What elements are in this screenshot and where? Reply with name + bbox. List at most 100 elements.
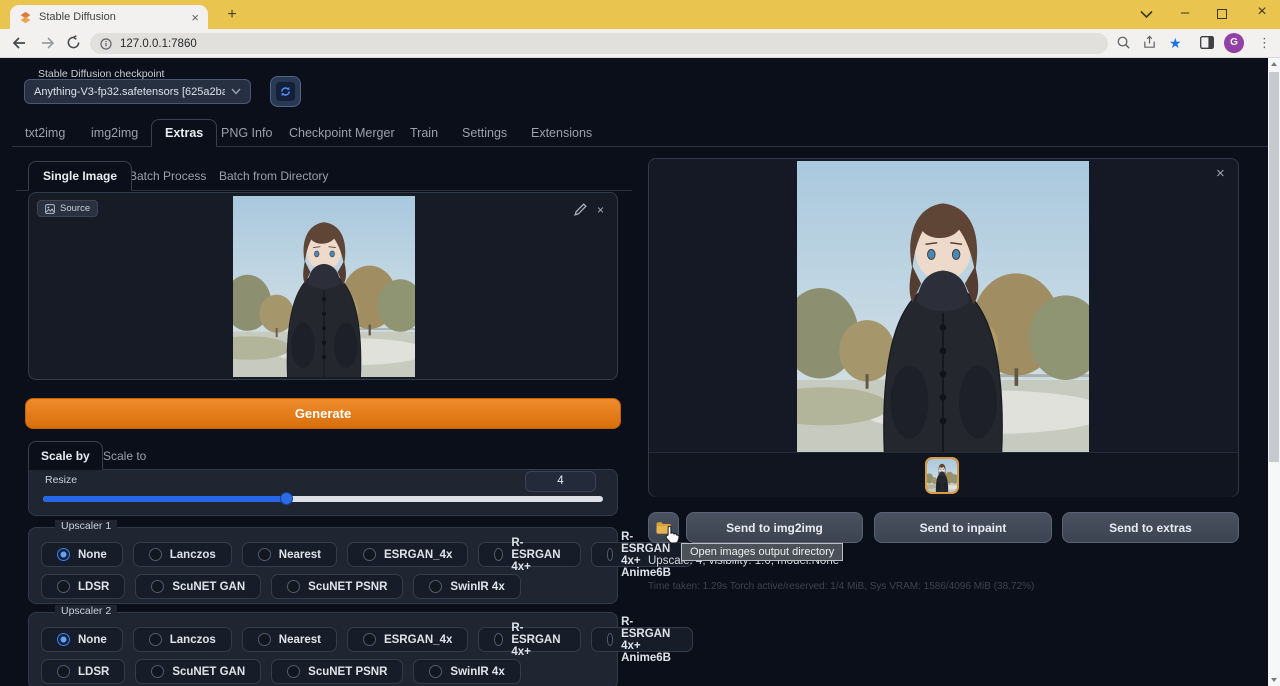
window-minimize-button[interactable]: – xyxy=(1175,4,1195,21)
upscaler-1-group: Upscaler 1 None Lanczos Nearest ESRGAN_4… xyxy=(28,527,618,604)
resize-slider-handle[interactable] xyxy=(280,492,293,505)
tab-favicon-icon xyxy=(19,11,32,24)
tab-settings[interactable]: Settings xyxy=(462,126,507,140)
radio-icon xyxy=(287,665,300,678)
scrollbar-thumb[interactable] xyxy=(1269,72,1279,462)
radio-upscaler1-scunet-psnr[interactable]: ScuNET PSNR xyxy=(271,574,403,599)
tab-img2img[interactable]: img2img xyxy=(91,126,138,140)
radio-upscaler2-esrgan4x[interactable]: ESRGAN_4x xyxy=(347,627,468,652)
scrollbar-down-arrow-icon[interactable] xyxy=(1271,678,1277,682)
radio-upscaler1-esrgan4x[interactable]: ESRGAN_4x xyxy=(347,542,468,567)
tab-txt2img[interactable]: txt2img xyxy=(25,126,65,140)
side-panel-icon[interactable] xyxy=(1200,36,1214,49)
radio-upscaler1-lanczos[interactable]: Lanczos xyxy=(133,542,232,567)
image-icon xyxy=(45,204,55,214)
radio-upscaler2-nearest[interactable]: Nearest xyxy=(242,627,337,652)
tab-batch-from-directory[interactable]: Batch from Directory xyxy=(219,169,328,183)
gallery-thumbnail-strip xyxy=(649,452,1238,497)
source-image xyxy=(233,196,415,377)
radio-upscaler1-nearest[interactable]: Nearest xyxy=(242,542,337,567)
bookmark-star-icon[interactable]: ★ xyxy=(1169,35,1182,52)
browser-avatar[interactable]: G xyxy=(1224,33,1244,53)
upscaler-2-label: Upscaler 2 xyxy=(55,605,117,617)
result-gallery: × xyxy=(648,158,1239,497)
back-button[interactable] xyxy=(12,36,27,50)
forward-button[interactable] xyxy=(40,36,55,50)
source-image-dropzone[interactable]: Source × xyxy=(28,192,618,380)
site-info-icon[interactable] xyxy=(100,38,112,50)
resize-number-input[interactable]: 4 xyxy=(525,471,596,492)
radio-upscaler2-scunet-psnr[interactable]: ScuNET PSNR xyxy=(271,659,403,684)
send-to-inpaint-button[interactable]: Send to inpaint xyxy=(874,512,1052,543)
tab-extensions[interactable]: Extensions xyxy=(531,126,592,140)
radio-upscaler2-resrgan4x[interactable]: R-ESRGAN 4x+ xyxy=(478,627,580,652)
tab-single-image[interactable]: Single Image xyxy=(28,161,132,191)
mouse-cursor xyxy=(664,525,681,545)
refresh-icon xyxy=(276,82,295,101)
radio-upscaler2-scunet-gan[interactable]: ScuNET GAN xyxy=(135,659,261,684)
reload-button[interactable] xyxy=(66,35,81,50)
radio-upscaler1-ldsr[interactable]: LDSR xyxy=(41,574,125,599)
resize-slider[interactable] xyxy=(43,496,603,502)
gradio-page: Stable Diffusion checkpoint Anything-V3-… xyxy=(0,58,1280,686)
radio-icon xyxy=(258,548,271,561)
source-badge: Source xyxy=(37,200,98,217)
source-badge-label: Source xyxy=(60,203,90,214)
tab-png-info[interactable]: PNG Info xyxy=(221,126,272,140)
radio-icon xyxy=(149,633,162,646)
radio-upscaler1-none[interactable]: None xyxy=(41,542,123,567)
radio-upscaler2-resrgan-anime6b[interactable]: R-ESRGAN 4x+ Anime6B xyxy=(591,627,694,652)
tab-title: Stable Diffusion xyxy=(39,11,184,23)
tab-scale-to[interactable]: Scale to xyxy=(103,449,146,463)
performance-stats-text: Time taken: 1.29s Torch active/reserved:… xyxy=(648,581,1034,592)
result-image[interactable] xyxy=(797,161,1089,453)
radio-icon xyxy=(429,580,442,593)
radio-upscaler2-none[interactable]: None xyxy=(41,627,123,652)
radio-icon xyxy=(363,548,376,561)
zoom-icon[interactable] xyxy=(1116,35,1131,50)
window-maximize-button[interactable] xyxy=(1217,9,1227,19)
tab-train[interactable]: Train xyxy=(410,126,438,140)
radio-icon xyxy=(363,633,376,646)
resize-label: Resize xyxy=(45,474,77,486)
refresh-checkpoint-button[interactable] xyxy=(270,76,301,107)
tab-extras[interactable]: Extras xyxy=(151,119,217,147)
address-bar[interactable]: 127.0.0.1:7860 xyxy=(90,33,1108,54)
gallery-close-icon[interactable]: × xyxy=(1216,165,1225,182)
share-icon[interactable] xyxy=(1142,35,1157,50)
folder-button-tooltip: Open images output directory xyxy=(681,543,843,561)
gallery-thumbnail[interactable] xyxy=(925,457,959,494)
tab-close-icon[interactable]: × xyxy=(191,10,199,25)
tab-scale-by[interactable]: Scale by xyxy=(28,441,103,470)
edit-image-icon[interactable] xyxy=(573,202,588,217)
radio-upscaler2-swinir4x[interactable]: SwinIR 4x xyxy=(413,659,520,684)
window-menu-chevron-icon[interactable] xyxy=(1140,10,1153,19)
checkpoint-dropdown[interactable]: Anything-V3-fp32.safetensors [625a2ba2] xyxy=(24,79,251,104)
radio-upscaler1-resrgan4x[interactable]: R-ESRGAN 4x+ xyxy=(478,542,580,567)
tab-batch-process[interactable]: Batch Process xyxy=(129,169,206,183)
radio-icon xyxy=(57,665,70,678)
radio-icon xyxy=(607,548,614,561)
resize-slider-fill xyxy=(43,496,286,502)
radio-icon xyxy=(57,580,70,593)
radio-upscaler2-ldsr[interactable]: LDSR xyxy=(41,659,125,684)
radio-upscaler2-lanczos[interactable]: Lanczos xyxy=(133,627,232,652)
screen: Stable Diffusion × + – × 127.0.0.1:7860 … xyxy=(0,0,1280,686)
radio-selected-icon xyxy=(57,548,70,561)
scrollbar-up-arrow-icon[interactable] xyxy=(1271,62,1277,66)
radio-upscaler1-swinir4x[interactable]: SwinIR 4x xyxy=(413,574,520,599)
browser-tab[interactable]: Stable Diffusion × xyxy=(10,5,208,29)
send-to-img2img-button[interactable]: Send to img2img xyxy=(686,512,863,543)
send-to-extras-button[interactable]: Send to extras xyxy=(1062,512,1239,543)
radio-icon xyxy=(494,548,503,561)
browser-menu-icon[interactable]: ⋮ xyxy=(1258,35,1271,51)
radio-upscaler1-scunet-gan[interactable]: ScuNET GAN xyxy=(135,574,261,599)
clear-image-icon[interactable]: × xyxy=(593,202,608,217)
page-scrollbar[interactable] xyxy=(1268,58,1280,686)
tab-checkpoint-merger[interactable]: Checkpoint Merger xyxy=(289,126,395,140)
new-tab-button[interactable]: + xyxy=(222,5,242,25)
generate-button[interactable]: Generate xyxy=(25,398,621,429)
window-close-button[interactable]: × xyxy=(1252,3,1272,21)
radio-icon xyxy=(151,665,164,678)
radio-icon xyxy=(287,580,300,593)
